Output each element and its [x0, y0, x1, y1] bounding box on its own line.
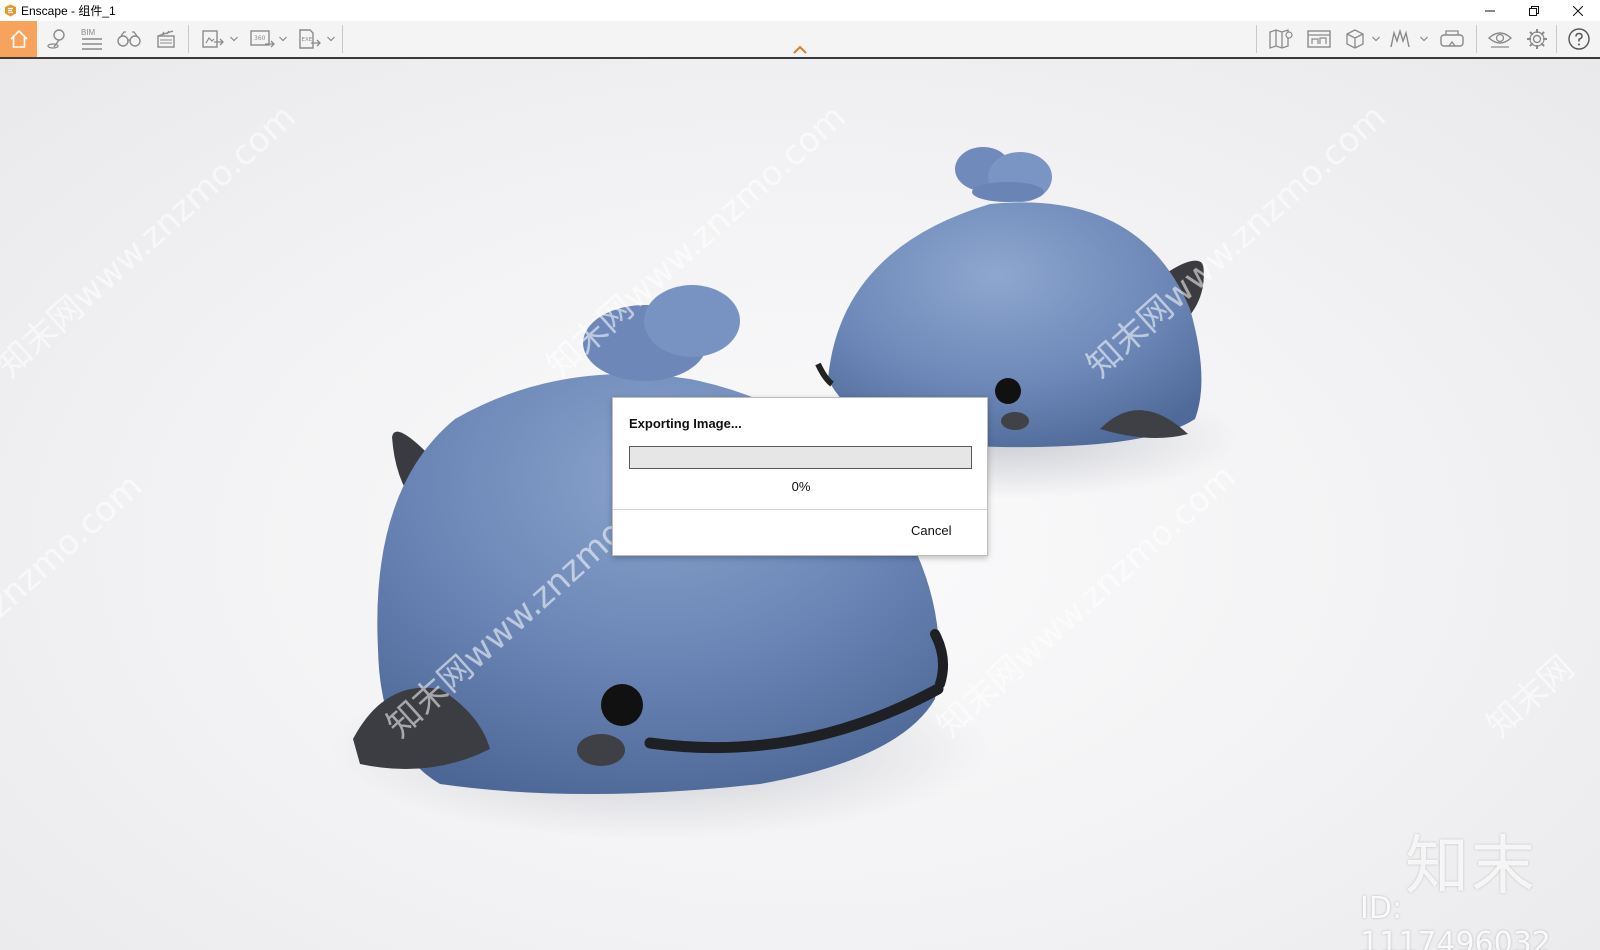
material-dropdown[interactable] [1418, 21, 1430, 57]
home-button[interactable] [0, 21, 37, 57]
progress-bar [629, 446, 972, 469]
bim-list-icon [82, 37, 102, 50]
chevron-down-icon [230, 36, 238, 42]
screenshot-export-button[interactable] [197, 21, 229, 57]
home-icon [9, 29, 28, 48]
title-bar: Enscape - 组件_1 [0, 0, 1600, 21]
view-mode-dropdown[interactable] [1370, 21, 1382, 57]
exe-export-icon: EXE [299, 29, 321, 49]
settings-gear-icon [1527, 29, 1547, 49]
material-icon [1390, 28, 1410, 48]
chevron-up-icon [793, 45, 807, 54]
toolbar-divider [188, 25, 189, 53]
binoculars-icon [117, 31, 141, 47]
restore-icon [1529, 5, 1539, 16]
collapse-toolbar-button[interactable] [792, 43, 808, 55]
bim-label: BIM [81, 27, 96, 37]
main-toolbar: BIM 360 EXE [0, 21, 1600, 59]
asset-library-button[interactable] [1302, 21, 1336, 57]
vr-headset-icon [1440, 30, 1464, 47]
panorama-export-button[interactable]: 360 [245, 21, 279, 57]
cancel-button[interactable]: Cancel [911, 523, 951, 538]
progress-percent: 0% [791, 479, 811, 494]
dialog-title: Exporting Image... [629, 416, 742, 431]
export-progress-dialog: Exporting Image... 0% Cancel [612, 397, 988, 556]
close-button[interactable] [1556, 0, 1600, 21]
settings-button[interactable] [1520, 21, 1554, 57]
minimize-icon [1485, 10, 1495, 11]
panorama-360-icon: 360 [250, 30, 275, 48]
svg-text:znzmo.com: znzmo.com [0, 466, 150, 626]
cube-view-icon [1346, 29, 1364, 49]
screenshot-dropdown[interactable] [228, 21, 240, 57]
toolbar-divider [342, 25, 343, 53]
screenshot-export-icon [202, 30, 224, 48]
close-icon [1573, 5, 1583, 16]
panorama-dropdown[interactable] [277, 21, 289, 57]
svg-text:EXE: EXE [302, 37, 313, 43]
watermark-id: ID: 1117496032 [1360, 891, 1551, 950]
minimize-button[interactable] [1468, 0, 1512, 21]
visual-settings-button[interactable] [1482, 21, 1518, 57]
window-controls [1468, 0, 1600, 21]
help-button[interactable] [1562, 21, 1596, 57]
exe-export-button[interactable]: EXE [294, 21, 326, 57]
window-title: Enscape - 组件_1 [21, 4, 116, 18]
views-button[interactable] [113, 21, 145, 57]
bim-button[interactable]: BIM [77, 21, 107, 57]
toolbar-divider [1476, 25, 1477, 53]
svg-text:知末网www.znzmo.com: 知末网www.znzmo.com [0, 97, 304, 386]
restore-button[interactable] [1512, 0, 1556, 21]
video-editor-button[interactable] [151, 21, 181, 57]
help-icon [1568, 28, 1590, 50]
material-editor-button[interactable] [1384, 21, 1418, 57]
dialog-divider [613, 509, 987, 510]
svg-text:360: 360 [254, 35, 266, 42]
chevron-down-icon [1372, 36, 1380, 42]
map-icon [1269, 29, 1293, 49]
chevron-down-icon [327, 36, 335, 42]
enscape-logo-icon [3, 4, 17, 18]
chevron-down-icon [279, 36, 287, 42]
visibility-icon [1487, 32, 1513, 48]
asset-library-icon [1307, 30, 1331, 48]
vr-headset-button[interactable] [1434, 21, 1470, 57]
clapperboard-icon [157, 30, 175, 48]
location-button[interactable] [41, 21, 73, 57]
view-mode-button[interactable] [1340, 21, 1370, 57]
svg-text:知末网: 知末网 [1479, 648, 1582, 746]
toolbar-divider [1556, 25, 1557, 53]
exe-dropdown[interactable] [325, 21, 337, 57]
toolbar-divider [1256, 25, 1257, 53]
chevron-down-icon [1420, 36, 1428, 42]
map-button[interactable] [1264, 21, 1298, 57]
location-pin-icon [47, 29, 65, 49]
